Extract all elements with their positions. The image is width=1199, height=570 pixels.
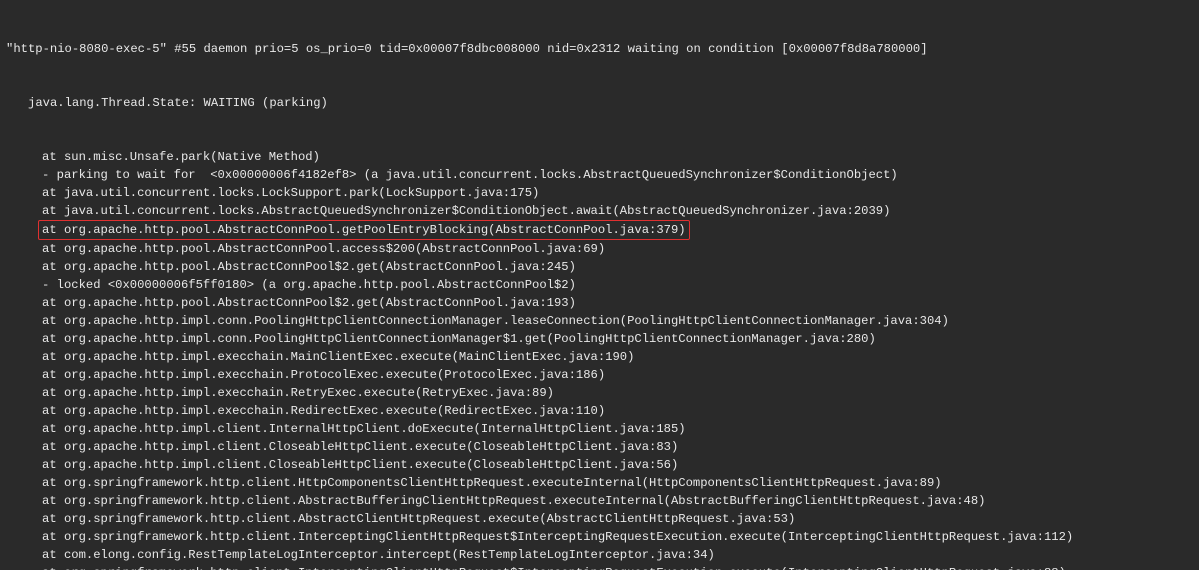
stack-frame: at org.springframework.http.client.Abstr…: [6, 510, 1197, 528]
stack-frame: at java.util.concurrent.locks.LockSuppor…: [6, 184, 1197, 202]
stack-frame: at org.apache.http.pool.AbstractConnPool…: [6, 240, 1197, 258]
stack-frame: at org.apache.http.impl.execchain.MainCl…: [6, 348, 1197, 366]
stack-frame: at com.elong.config.RestTemplateLogInter…: [6, 546, 1197, 564]
stack-frame: at org.apache.http.pool.AbstractConnPool…: [6, 294, 1197, 312]
stack-frame: at sun.misc.Unsafe.park(Native Method): [6, 148, 1197, 166]
thread-dump: "http-nio-8080-exec-5" #55 daemon prio=5…: [0, 0, 1199, 570]
thread-header: "http-nio-8080-exec-5" #55 daemon prio=5…: [6, 40, 1197, 58]
stack-frame: at org.apache.http.pool.AbstractConnPool…: [6, 220, 1197, 240]
stack-frame: at org.apache.http.impl.execchain.Redire…: [6, 402, 1197, 420]
stack-frame: - parking to wait for <0x00000006f4182ef…: [6, 166, 1197, 184]
stack-frame: at org.springframework.http.client.Inter…: [6, 528, 1197, 546]
stack-frame: at org.springframework.http.client.Inter…: [6, 564, 1197, 570]
stack-frame: at org.springframework.http.client.Abstr…: [6, 492, 1197, 510]
stack-frame: at org.apache.http.impl.client.InternalH…: [6, 420, 1197, 438]
stack-frame: at org.apache.http.pool.AbstractConnPool…: [6, 258, 1197, 276]
stack-frame: at org.apache.http.impl.client.Closeable…: [6, 456, 1197, 474]
stack-frame: at org.apache.http.impl.conn.PoolingHttp…: [6, 330, 1197, 348]
stack-frame: at org.apache.http.impl.client.Closeable…: [6, 438, 1197, 456]
thread-state: java.lang.Thread.State: WAITING (parking…: [6, 94, 1197, 112]
highlighted-frame: at org.apache.http.pool.AbstractConnPool…: [38, 220, 690, 240]
stack-frame: at java.util.concurrent.locks.AbstractQu…: [6, 202, 1197, 220]
stack-frames: at sun.misc.Unsafe.park(Native Method)- …: [6, 148, 1197, 570]
stack-frame: at org.apache.http.impl.execchain.Protoc…: [6, 366, 1197, 384]
stack-frame: at org.springframework.http.client.HttpC…: [6, 474, 1197, 492]
stack-frame: - locked <0x00000006f5ff0180> (a org.apa…: [6, 276, 1197, 294]
stack-frame: at org.apache.http.impl.conn.PoolingHttp…: [6, 312, 1197, 330]
stack-frame: at org.apache.http.impl.execchain.RetryE…: [6, 384, 1197, 402]
